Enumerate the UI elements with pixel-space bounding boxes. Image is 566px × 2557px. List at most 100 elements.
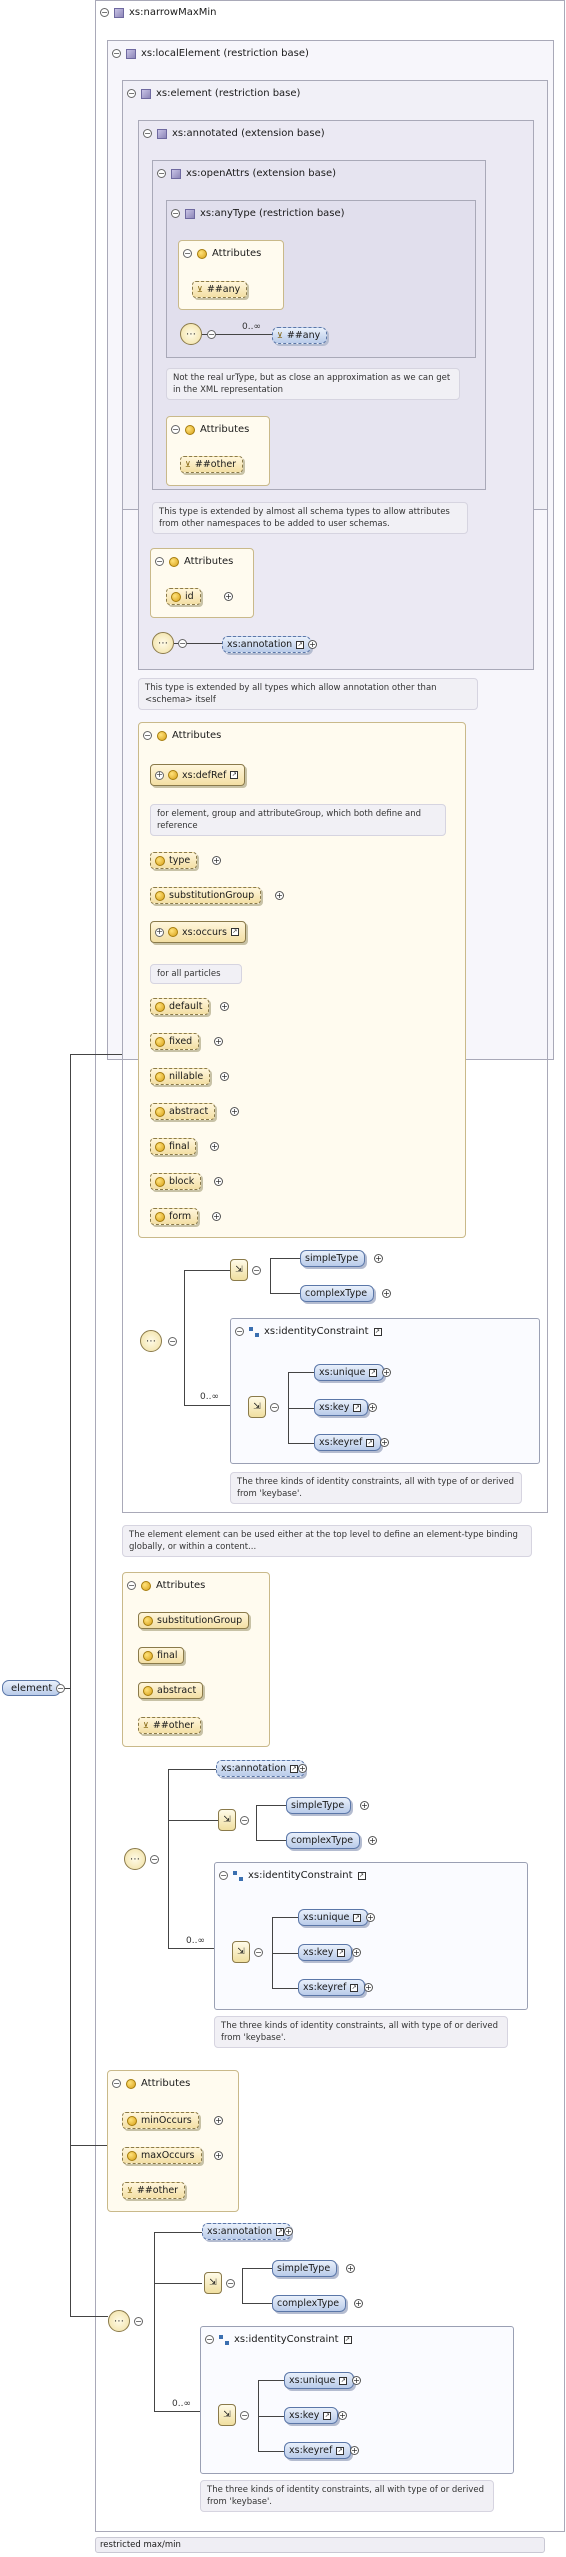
sequence-compositor-icon[interactable]: ⋯ bbox=[180, 323, 202, 345]
element-type-header[interactable]: − xs:element (restriction base) bbox=[127, 88, 300, 99]
collapse-toggle[interactable]: − bbox=[143, 129, 152, 138]
expand-icon[interactable]: + bbox=[308, 640, 317, 649]
narrow-complextype-chip[interactable]: complexType bbox=[272, 2295, 347, 2312]
abstract-attribute-chip[interactable]: abstract bbox=[150, 1103, 216, 1120]
expand-icon[interactable]: + bbox=[380, 1438, 389, 1447]
choice-compositor-icon[interactable]: ⇲ bbox=[230, 1259, 248, 1281]
expand-icon[interactable]: + bbox=[352, 2376, 361, 2385]
collapse-toggle[interactable]: − bbox=[171, 425, 180, 434]
collapse-toggle[interactable]: − bbox=[240, 1816, 249, 1825]
collapse-toggle[interactable]: − bbox=[207, 330, 216, 339]
collapse-toggle[interactable]: − bbox=[127, 1581, 136, 1590]
expand-icon[interactable]: + bbox=[350, 2446, 359, 2455]
expand-icon[interactable]: + bbox=[368, 1403, 377, 1412]
element-attributes-header[interactable]: − Attributes bbox=[143, 730, 221, 741]
expand-icon[interactable]: + bbox=[364, 1983, 373, 1992]
narrow-identityconstraint-header[interactable]: − xs:identityConstraint ↗ bbox=[205, 2334, 352, 2345]
expand-icon[interactable]: + bbox=[382, 1289, 391, 1298]
local-annotation-chip[interactable]: xs:annotation ↗ bbox=[216, 1760, 306, 1777]
expand-icon[interactable]: + bbox=[212, 856, 221, 865]
collapse-toggle[interactable]: − bbox=[134, 2317, 143, 2326]
expand-icon[interactable]: + bbox=[210, 1142, 219, 1151]
keyref-element-chip[interactable]: xs:keyref ↗ bbox=[314, 1434, 382, 1451]
collapse-toggle[interactable]: − bbox=[100, 8, 109, 17]
expand-icon[interactable]: + bbox=[374, 1254, 383, 1263]
local-key-chip[interactable]: xs:key ↗ bbox=[298, 1944, 353, 1961]
minoccurs-attribute-chip[interactable]: minOccurs bbox=[122, 2112, 199, 2129]
expand-icon[interactable]: + bbox=[220, 1072, 229, 1081]
local-identityconstraint-header[interactable]: − xs:identityConstraint ↗ bbox=[219, 1870, 366, 1881]
occurs-group-chip[interactable]: + xs:occurs ↗ bbox=[150, 921, 246, 943]
collapse-toggle[interactable]: − bbox=[127, 89, 136, 98]
complextype-element-chip[interactable]: complexType bbox=[300, 1285, 375, 1302]
simpletype-element-chip[interactable]: simpleType bbox=[300, 1250, 366, 1267]
expand-icon[interactable]: + bbox=[214, 2151, 223, 2160]
choice-compositor-icon[interactable]: ⇲ bbox=[248, 1396, 266, 1418]
expand-icon[interactable]: + bbox=[298, 1764, 307, 1773]
sequence-compositor-icon[interactable]: ⋯ bbox=[140, 1330, 162, 1352]
expand-icon[interactable]: + bbox=[220, 1002, 229, 1011]
expand-icon[interactable]: + bbox=[214, 1037, 223, 1046]
collapse-toggle[interactable]: − bbox=[235, 1327, 244, 1336]
id-attribute-chip[interactable]: id bbox=[166, 588, 201, 605]
local-simpletype-chip[interactable]: simpleType bbox=[286, 1797, 352, 1814]
choice-compositor-icon[interactable]: ⇲ bbox=[218, 1809, 236, 1831]
defref-group-chip[interactable]: + xs:defRef ↗ bbox=[150, 764, 246, 786]
element-root-node[interactable]: element bbox=[2, 1680, 62, 1696]
collapse-toggle[interactable]: − bbox=[240, 2411, 249, 2420]
narrow-unique-chip[interactable]: xs:unique ↗ bbox=[284, 2372, 355, 2389]
narrow-annotation-chip[interactable]: xs:annotation ↗ bbox=[202, 2223, 292, 2240]
local-unique-chip[interactable]: xs:unique ↗ bbox=[298, 1909, 369, 1926]
local-final-chip[interactable]: final bbox=[138, 1647, 185, 1664]
substitutiongroup-attribute-chip[interactable]: substitutionGroup bbox=[150, 887, 262, 904]
narrow-attributes-header[interactable]: − Attributes bbox=[112, 2078, 190, 2089]
collapse-toggle[interactable]: − bbox=[56, 1684, 65, 1693]
expand-icon[interactable]: + bbox=[360, 1801, 369, 1810]
annotated-attributes-header[interactable]: − Attributes bbox=[155, 556, 233, 567]
collapse-toggle[interactable]: − bbox=[205, 2335, 214, 2344]
local-complextype-chip[interactable]: complexType bbox=[286, 1832, 361, 1849]
expand-toggle[interactable]: + bbox=[155, 770, 164, 780]
final-attribute-chip[interactable]: final bbox=[150, 1138, 197, 1155]
any-attribute-chip[interactable]: ⊻ ##any bbox=[192, 281, 248, 298]
expand-icon[interactable]: + bbox=[346, 2264, 355, 2273]
collapse-toggle[interactable]: − bbox=[183, 249, 192, 258]
openattrs-header[interactable]: − xs:openAttrs (extension base) bbox=[157, 168, 336, 179]
collapse-toggle[interactable]: − bbox=[155, 557, 164, 566]
narrow-simpletype-chip[interactable]: simpleType bbox=[272, 2260, 338, 2277]
expand-icon[interactable]: + bbox=[352, 1948, 361, 1957]
sequence-compositor-icon[interactable]: ⋯ bbox=[152, 632, 174, 654]
key-element-chip[interactable]: xs:key ↗ bbox=[314, 1399, 369, 1416]
collapse-toggle[interactable]: − bbox=[112, 2079, 121, 2088]
sequence-compositor-icon[interactable]: ⋯ bbox=[108, 2310, 130, 2332]
localelement-header[interactable]: − xs:localElement (restriction base) bbox=[112, 48, 309, 59]
collapse-toggle[interactable]: − bbox=[168, 1337, 177, 1346]
fixed-attribute-chip[interactable]: fixed bbox=[150, 1033, 200, 1050]
expand-icon[interactable]: + bbox=[354, 2299, 363, 2308]
choice-compositor-icon[interactable]: ⇲ bbox=[218, 2404, 236, 2426]
local-other-chip[interactable]: ⊻ ##other bbox=[138, 1717, 202, 1734]
local-substitutiongroup-chip[interactable]: substitutionGroup bbox=[138, 1612, 250, 1629]
choice-compositor-icon[interactable]: ⇲ bbox=[204, 2272, 222, 2294]
narrow-keyref-chip[interactable]: xs:keyref ↗ bbox=[284, 2442, 352, 2459]
openattrs-attributes-header[interactable]: − Attributes bbox=[171, 424, 249, 435]
collapse-toggle[interactable]: − bbox=[171, 209, 180, 218]
collapse-toggle[interactable]: − bbox=[112, 49, 121, 58]
collapse-toggle[interactable]: − bbox=[226, 2279, 235, 2288]
local-abstract-chip[interactable]: abstract bbox=[138, 1682, 204, 1699]
anytype-attributes-header[interactable]: − Attributes bbox=[183, 248, 261, 259]
sequence-compositor-icon[interactable]: ⋯ bbox=[124, 1848, 146, 1870]
expand-icon[interactable]: + bbox=[366, 1913, 375, 1922]
localelement-attributes-header[interactable]: − Attributes bbox=[127, 1580, 205, 1591]
unique-element-chip[interactable]: xs:unique ↗ bbox=[314, 1364, 385, 1381]
expand-icon[interactable]: + bbox=[212, 1212, 221, 1221]
nillable-attribute-chip[interactable]: nillable bbox=[150, 1068, 211, 1085]
local-keyref-chip[interactable]: xs:keyref ↗ bbox=[298, 1979, 366, 1996]
other-attribute-chip[interactable]: ⊻ ##other bbox=[180, 456, 244, 473]
expand-icon[interactable]: + bbox=[214, 1177, 223, 1186]
collapse-toggle[interactable]: − bbox=[143, 731, 152, 740]
collapse-toggle[interactable]: − bbox=[252, 1266, 261, 1275]
identityconstraint-header[interactable]: − xs:identityConstraint ↗ bbox=[235, 1326, 382, 1337]
anytype-header[interactable]: − xs:anyType (restriction base) bbox=[171, 208, 345, 219]
expand-icon[interactable]: + bbox=[338, 2411, 347, 2420]
